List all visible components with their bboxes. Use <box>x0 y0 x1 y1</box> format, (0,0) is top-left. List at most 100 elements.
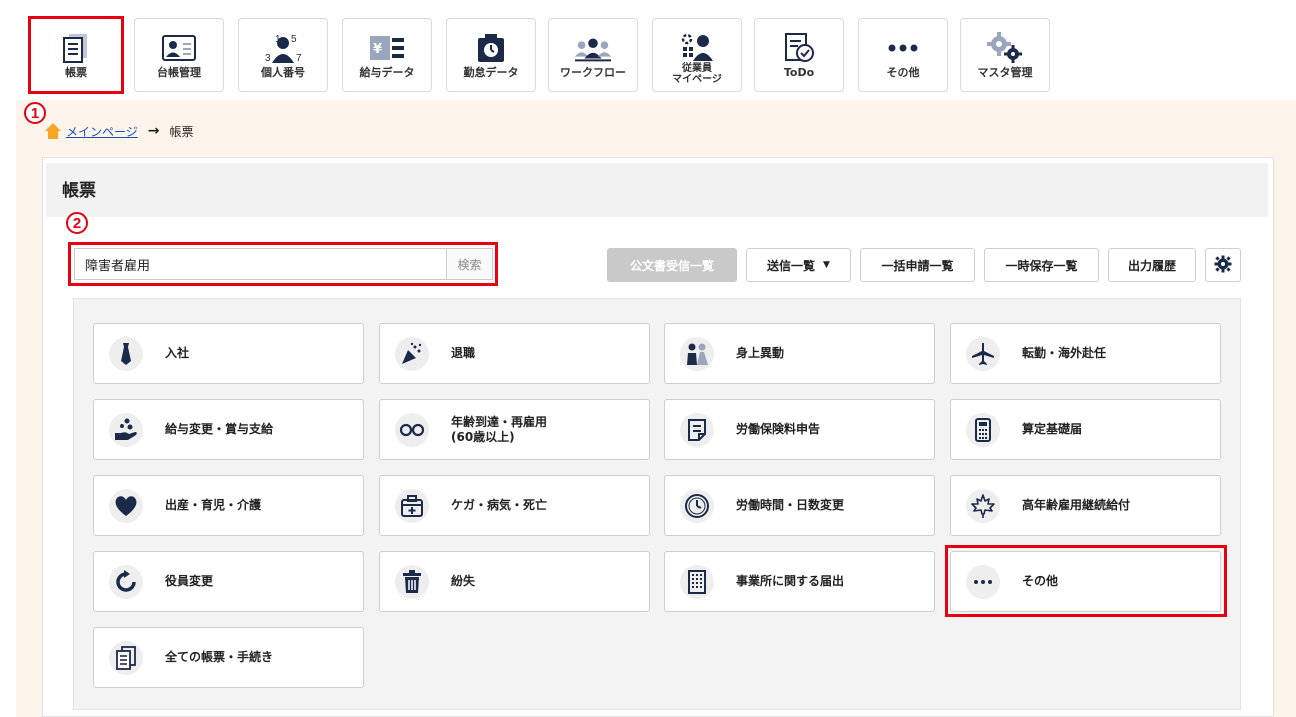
card-label: 算定基礎届 <box>1022 422 1083 436</box>
card-age-reemployment[interactable]: 年齢到達・再雇用 (60歳以上) <box>379 399 650 460</box>
temp-saved-button[interactable]: 一時保存一覧 <box>984 248 1099 282</box>
card-elderly-employment-benefit[interactable]: 高年齢雇用継続給付 <box>950 475 1221 536</box>
card-calculation-basis[interactable]: 算定基礎届 <box>950 399 1221 460</box>
airplane-icon <box>966 336 1000 371</box>
breadcrumb: メインページ → 帳票 <box>44 121 194 141</box>
building-icon <box>680 564 714 599</box>
card-label: ケガ・病気・死亡 <box>451 498 548 512</box>
card-labor-insurance[interactable]: 労働保険料申告 <box>664 399 935 460</box>
nav-employee-mypage[interactable]: 従業員 マイページ <box>652 18 742 92</box>
card-transfer-overseas[interactable]: 転勤・海外赴任 <box>950 323 1221 384</box>
card-personal-change[interactable]: 身上異動 <box>664 323 935 384</box>
gear-icon <box>1214 255 1232 276</box>
note-icon <box>680 412 714 447</box>
sent-list-dropdown[interactable]: 送信一覧 ▼ <box>746 248 851 282</box>
card-label: 年齢到達・再雇用 (60歳以上) <box>451 414 548 444</box>
wedding-couple-icon <box>680 336 714 371</box>
sent-list-label: 送信一覧 <box>767 258 816 273</box>
panel-header <box>46 163 1268 217</box>
breadcrumb-home-link[interactable]: メインページ <box>66 123 138 140</box>
nav-label: 帳票 <box>65 66 87 79</box>
nav-other[interactable]: その他 <box>858 18 948 92</box>
nav-label: 勤怠データ <box>463 66 519 79</box>
nav-forms[interactable]: 帳票 <box>28 16 124 94</box>
salary-icon: ¥ <box>367 29 407 67</box>
nav-ledger[interactable]: 台帳管理 <box>134 18 224 92</box>
caret-down-icon: ▼ <box>823 260 830 270</box>
search-input[interactable] <box>74 248 446 280</box>
other-card-highlight <box>945 545 1227 617</box>
svg-text:¥: ¥ <box>373 42 382 57</box>
gears-icon <box>985 29 1025 67</box>
card-label: 転勤・海外赴任 <box>1022 346 1107 360</box>
home-icon <box>44 122 62 140</box>
card-office-notification[interactable]: 事業所に関する届出 <box>664 551 935 612</box>
card-working-hours[interactable]: 労働時間・日数変更 <box>664 475 935 536</box>
nav-label: ワークフロー <box>560 66 626 79</box>
svg-text:5: 5 <box>291 34 297 45</box>
bulk-apply-button[interactable]: 一括申請一覧 <box>860 248 975 282</box>
page-title: 帳票 <box>62 181 96 201</box>
nav-label: ToDo <box>783 66 815 79</box>
card-salary-bonus[interactable]: 給与変更・賞与支給 <box>93 399 364 460</box>
card-label: 給与変更・賞与支給 <box>165 422 274 436</box>
party-popper-icon <box>395 336 429 371</box>
card-retirement[interactable]: 退職 <box>379 323 650 384</box>
glasses-icon <box>395 412 429 447</box>
todo-icon <box>779 29 819 67</box>
nav-label: マスタ管理 <box>977 66 1033 79</box>
card-hire[interactable]: 入社 <box>93 323 364 384</box>
more-icon <box>883 29 923 67</box>
card-label: 役員変更 <box>165 574 214 588</box>
nav-workflow[interactable]: ワークフロー <box>548 18 638 92</box>
card-label: 紛失 <box>451 574 476 588</box>
coin-hand-icon <box>109 412 143 447</box>
output-history-button[interactable]: 出力履歴 <box>1108 248 1196 282</box>
nav-label: 従業員 マイページ <box>672 63 722 85</box>
svg-text:7: 7 <box>296 53 302 64</box>
card-label: 全ての帳票・手続き <box>165 650 274 664</box>
nav-salary-data[interactable]: ¥ 給与データ <box>342 18 432 92</box>
workflow-icon <box>573 29 613 67</box>
card-officer-change[interactable]: 役員変更 <box>93 551 364 612</box>
step-badge-2: 2 <box>66 212 88 234</box>
heart-icon <box>109 488 143 523</box>
breadcrumb-arrow: → <box>147 123 160 139</box>
card-label: 退職 <box>451 346 476 360</box>
card-label: 事業所に関する届出 <box>736 574 845 588</box>
nav-attendance-data[interactable]: 勤怠データ <box>446 18 536 92</box>
nav-todo[interactable]: ToDo <box>754 18 844 92</box>
card-label: 労働保険料申告 <box>736 422 821 436</box>
card-lost[interactable]: 紛失 <box>379 551 650 612</box>
step-badge-1: 1 <box>24 102 46 124</box>
trash-icon <box>395 564 429 599</box>
refresh-icon <box>109 564 143 599</box>
nav-personal-number[interactable]: 1537 個人番号 <box>238 18 328 92</box>
id-card-icon <box>159 29 199 67</box>
card-label: 労働時間・日数変更 <box>736 498 845 512</box>
nav-label: 台帳管理 <box>157 66 201 79</box>
documents-icon <box>109 640 143 675</box>
card-childbirth-care[interactable]: 出産・育児・介護 <box>93 475 364 536</box>
document-list-icon <box>56 29 96 67</box>
nav-label: 個人番号 <box>261 66 305 79</box>
breadcrumb-current: 帳票 <box>169 124 194 139</box>
search-button[interactable]: 検索 <box>446 248 493 280</box>
card-injury-illness-death[interactable]: ケガ・病気・死亡 <box>379 475 650 536</box>
card-label: 高年齢雇用継続給付 <box>1022 498 1131 512</box>
settings-button[interactable] <box>1205 248 1241 282</box>
nav-label: その他 <box>886 66 920 79</box>
svg-text:3: 3 <box>265 53 271 64</box>
employee-page-icon <box>677 29 717 67</box>
maple-leaf-icon <box>966 488 1000 523</box>
first-aid-kit-icon <box>395 488 429 523</box>
official-docs-button[interactable]: 公文書受信一覧 <box>607 248 737 282</box>
nav-master-settings[interactable]: マスタ管理 <box>960 18 1050 92</box>
timecard-icon <box>471 29 511 67</box>
card-label: 身上異動 <box>736 346 785 360</box>
card-all-forms[interactable]: 全ての帳票・手続き <box>93 627 364 688</box>
card-label: 入社 <box>165 346 190 360</box>
nav-label: 給与データ <box>359 66 415 79</box>
clock-icon <box>680 488 714 523</box>
necktie-icon <box>109 336 143 371</box>
